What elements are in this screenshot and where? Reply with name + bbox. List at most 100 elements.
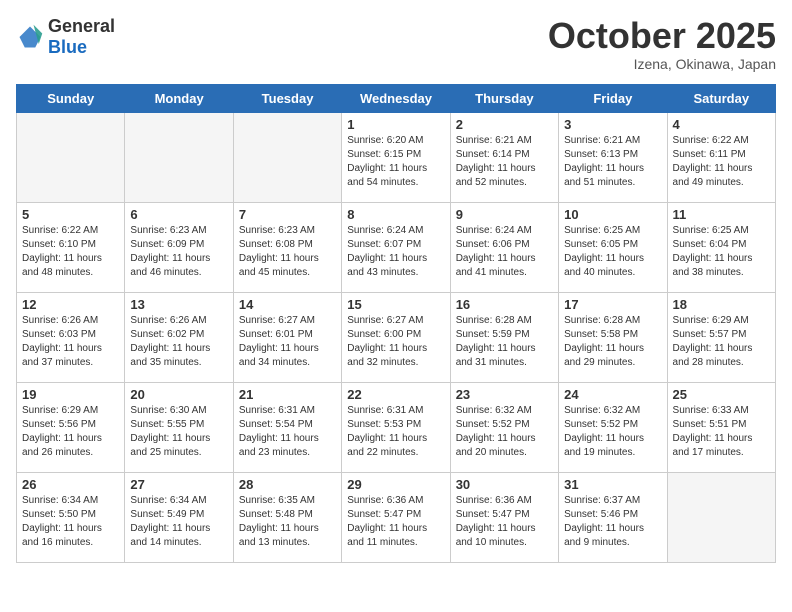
- day-number: 9: [456, 207, 553, 222]
- month-title: October 2025: [548, 16, 776, 56]
- calendar-day: 24 Sunrise: 6:32 AMSunset: 5:52 PMDayligh…: [559, 382, 667, 472]
- calendar-day: 9 Sunrise: 6:24 AMSunset: 6:06 PMDaylight…: [450, 202, 558, 292]
- calendar-day: 10 Sunrise: 6:25 AMSunset: 6:05 PMDayligh…: [559, 202, 667, 292]
- day-info: Sunrise: 6:23 AMSunset: 6:08 PMDaylight:…: [239, 224, 336, 280]
- calendar-day: 6 Sunrise: 6:23 AMSunset: 6:09 PMDaylight…: [125, 202, 233, 292]
- weekday-header-monday: Monday: [125, 84, 233, 112]
- day-info: Sunrise: 6:34 AMSunset: 5:49 PMDaylight:…: [130, 494, 227, 550]
- calendar-day: 11 Sunrise: 6:25 AMSunset: 6:04 PMDayligh…: [667, 202, 775, 292]
- day-number: 16: [456, 297, 553, 312]
- day-info: Sunrise: 6:30 AMSunset: 5:55 PMDaylight:…: [130, 404, 227, 460]
- calendar-week-5: 26 Sunrise: 6:34 AMSunset: 5:50 PMDayligh…: [17, 472, 776, 562]
- weekday-header-saturday: Saturday: [667, 84, 775, 112]
- day-number: 29: [347, 477, 444, 492]
- calendar-week-2: 5Sunrise: 6:22 AMSunset: 6:10 PMDaylight…: [17, 202, 776, 292]
- calendar-day: 2 Sunrise: 6:21 AMSunset: 6:14 PMDaylight…: [450, 112, 558, 202]
- calendar-day: 3 Sunrise: 6:21 AMSunset: 6:13 PMDaylight…: [559, 112, 667, 202]
- calendar-day: [17, 112, 125, 202]
- day-info: Sunrise: 6:27 AMSunset: 6:01 PMDaylight:…: [239, 314, 336, 370]
- day-number: 30: [456, 477, 553, 492]
- calendar-day: 26 Sunrise: 6:34 AMSunset: 5:50 PMDayligh…: [17, 472, 125, 562]
- day-number: 25: [673, 387, 770, 402]
- logo-blue: Blue: [48, 37, 87, 57]
- day-info: Sunrise: 6:36 AMSunset: 5:47 PMDaylight:…: [347, 494, 444, 550]
- day-info: Sunrise: 6:25 AMSunset: 6:05 PMDaylight:…: [564, 224, 661, 280]
- day-number: 21: [239, 387, 336, 402]
- day-info: Sunrise: 6:21 AMSunset: 6:14 PMDaylight:…: [456, 134, 553, 190]
- calendar-week-3: 12 Sunrise: 6:26 AMSunset: 6:03 PMDayligh…: [17, 292, 776, 382]
- day-info: Sunrise: 6:21 AMSunset: 6:13 PMDaylight:…: [564, 134, 661, 190]
- logo-icon: [16, 23, 44, 51]
- day-info: Sunrise: 6:23 AMSunset: 6:09 PMDaylight:…: [130, 224, 227, 280]
- day-number: 18: [673, 297, 770, 312]
- day-info: Sunrise: 6:35 AMSunset: 5:48 PMDaylight:…: [239, 494, 336, 550]
- weekday-header-wednesday: Wednesday: [342, 84, 450, 112]
- day-number: 2: [456, 117, 553, 132]
- day-info: Sunrise: 6:25 AMSunset: 6:04 PMDaylight:…: [673, 224, 770, 280]
- logo-text: General Blue: [48, 16, 115, 58]
- weekday-header-thursday: Thursday: [450, 84, 558, 112]
- day-info: Sunrise: 6:24 AMSunset: 6:06 PMDaylight:…: [456, 224, 553, 280]
- logo-general: General: [48, 16, 115, 36]
- day-info: Sunrise: 6:28 AMSunset: 5:59 PMDaylight:…: [456, 314, 553, 370]
- calendar-day: 7 Sunrise: 6:23 AMSunset: 6:08 PMDaylight…: [233, 202, 341, 292]
- calendar-day: 21 Sunrise: 6:31 AMSunset: 5:54 PMDayligh…: [233, 382, 341, 472]
- weekday-header-sunday: Sunday: [17, 84, 125, 112]
- calendar-table: SundayMondayTuesdayWednesdayThursdayFrid…: [16, 84, 776, 563]
- day-number: 26: [22, 477, 119, 492]
- calendar-day: 15Sunrise: 6:27 AMSunset: 6:00 PMDayligh…: [342, 292, 450, 382]
- day-info: Sunrise: 6:32 AMSunset: 5:52 PMDaylight:…: [456, 404, 553, 460]
- logo: General Blue: [16, 16, 115, 58]
- day-info: Sunrise: 6:26 AMSunset: 6:03 PMDaylight:…: [22, 314, 119, 370]
- day-info: Sunrise: 6:31 AMSunset: 5:53 PMDaylight:…: [347, 404, 444, 460]
- calendar-day: 1 Sunrise: 6:20 AMSunset: 6:15 PMDaylight…: [342, 112, 450, 202]
- calendar-day: 8Sunrise: 6:24 AMSunset: 6:07 PMDaylight…: [342, 202, 450, 292]
- calendar-week-1: 1 Sunrise: 6:20 AMSunset: 6:15 PMDaylight…: [17, 112, 776, 202]
- calendar-day: 31Sunrise: 6:37 AMSunset: 5:46 PMDayligh…: [559, 472, 667, 562]
- calendar-day: 20 Sunrise: 6:30 AMSunset: 5:55 PMDayligh…: [125, 382, 233, 472]
- calendar-day: [125, 112, 233, 202]
- calendar-week-4: 19Sunrise: 6:29 AMSunset: 5:56 PMDayligh…: [17, 382, 776, 472]
- title-block: October 2025 Izena, Okinawa, Japan: [548, 16, 776, 72]
- weekday-header-friday: Friday: [559, 84, 667, 112]
- calendar-day: 30 Sunrise: 6:36 AMSunset: 5:47 PMDayligh…: [450, 472, 558, 562]
- day-info: Sunrise: 6:22 AMSunset: 6:11 PMDaylight:…: [673, 134, 770, 190]
- day-info: Sunrise: 6:31 AMSunset: 5:54 PMDaylight:…: [239, 404, 336, 460]
- day-info: Sunrise: 6:24 AMSunset: 6:07 PMDaylight:…: [347, 224, 444, 280]
- day-info: Sunrise: 6:29 AMSunset: 5:57 PMDaylight:…: [673, 314, 770, 370]
- day-info: Sunrise: 6:33 AMSunset: 5:51 PMDaylight:…: [673, 404, 770, 460]
- calendar-day: 22 Sunrise: 6:31 AMSunset: 5:53 PMDayligh…: [342, 382, 450, 472]
- day-number: 23: [456, 387, 553, 402]
- day-info: Sunrise: 6:26 AMSunset: 6:02 PMDaylight:…: [130, 314, 227, 370]
- day-number: 11: [673, 207, 770, 222]
- calendar-day: 29 Sunrise: 6:36 AMSunset: 5:47 PMDayligh…: [342, 472, 450, 562]
- weekday-header-tuesday: Tuesday: [233, 84, 341, 112]
- day-number: 14: [239, 297, 336, 312]
- day-number: 24: [564, 387, 661, 402]
- calendar-day: 17Sunrise: 6:28 AMSunset: 5:58 PMDayligh…: [559, 292, 667, 382]
- day-number: 22: [347, 387, 444, 402]
- day-number: 28: [239, 477, 336, 492]
- day-info: Sunrise: 6:34 AMSunset: 5:50 PMDaylight:…: [22, 494, 119, 550]
- day-number: 27: [130, 477, 227, 492]
- day-number: 6: [130, 207, 227, 222]
- location: Izena, Okinawa, Japan: [548, 56, 776, 72]
- day-number: 3: [564, 117, 661, 132]
- calendar-day: 28 Sunrise: 6:35 AMSunset: 5:48 PMDayligh…: [233, 472, 341, 562]
- day-number: 1: [347, 117, 444, 132]
- calendar-day: 13Sunrise: 6:26 AMSunset: 6:02 PMDayligh…: [125, 292, 233, 382]
- day-info: Sunrise: 6:20 AMSunset: 6:15 PMDaylight:…: [347, 134, 444, 190]
- day-number: 4: [673, 117, 770, 132]
- day-number: 10: [564, 207, 661, 222]
- calendar-day: 5Sunrise: 6:22 AMSunset: 6:10 PMDaylight…: [17, 202, 125, 292]
- day-info: Sunrise: 6:32 AMSunset: 5:52 PMDaylight:…: [564, 404, 661, 460]
- day-number: 20: [130, 387, 227, 402]
- day-info: Sunrise: 6:36 AMSunset: 5:47 PMDaylight:…: [456, 494, 553, 550]
- weekday-header-row: SundayMondayTuesdayWednesdayThursdayFrid…: [17, 84, 776, 112]
- day-info: Sunrise: 6:37 AMSunset: 5:46 PMDaylight:…: [564, 494, 661, 550]
- day-number: 7: [239, 207, 336, 222]
- day-number: 12: [22, 297, 119, 312]
- calendar-day: 4 Sunrise: 6:22 AMSunset: 6:11 PMDaylight…: [667, 112, 775, 202]
- calendar-day: 25 Sunrise: 6:33 AMSunset: 5:51 PMDayligh…: [667, 382, 775, 472]
- day-number: 15: [347, 297, 444, 312]
